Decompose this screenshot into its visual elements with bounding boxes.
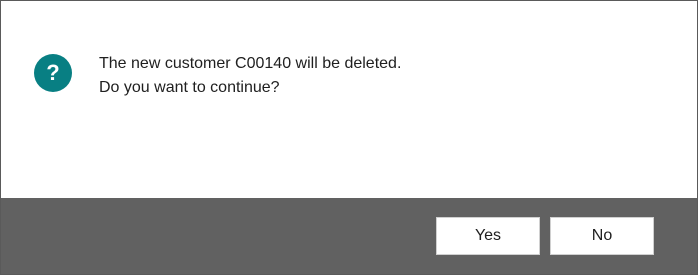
dialog-footer: Yes No: [1, 198, 697, 274]
no-button[interactable]: No: [550, 217, 654, 255]
question-icon: ?: [34, 54, 72, 92]
message-line-1: The new customer C00140 will be deleted.: [99, 55, 402, 72]
yes-button[interactable]: Yes: [436, 217, 540, 255]
confirm-dialog: ? The new customer C00140 will be delete…: [0, 0, 698, 275]
message-line-2: Do you want to continue?: [99, 79, 280, 96]
dialog-content: ? The new customer C00140 will be delete…: [1, 1, 697, 198]
dialog-message: The new customer C00140 will be deleted.…: [99, 52, 401, 100]
